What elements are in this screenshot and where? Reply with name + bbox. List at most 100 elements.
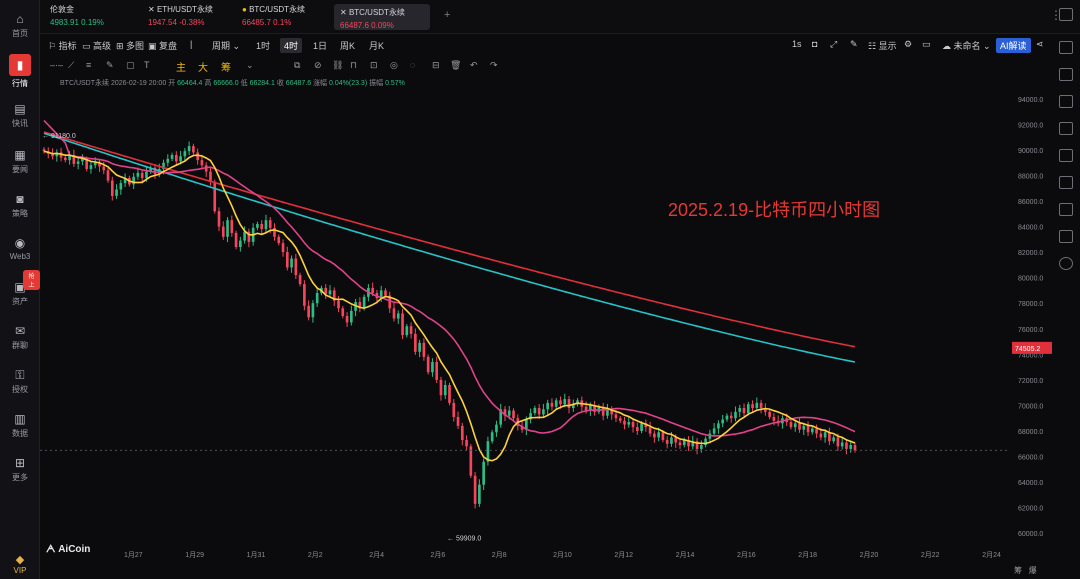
sidebar-item-more[interactable]: ⊞ 更多: [0, 452, 40, 492]
rail-item-icon[interactable]: [1059, 68, 1073, 81]
link-icon[interactable]: ⛓: [332, 60, 343, 71]
camera-icon[interactable]: ◘: [812, 39, 817, 49]
lock-icon[interactable]: ⊡: [370, 60, 378, 71]
rail-item-icon[interactable]: [1059, 122, 1073, 135]
interval-month[interactable]: 月K: [369, 39, 384, 52]
interval-4h[interactable]: 4时: [280, 38, 303, 53]
replay-button[interactable]: ▣ 复盘: [148, 39, 177, 52]
main-indicator-toggle[interactable]: 主: [176, 59, 186, 74]
sidebar-item-authorize[interactable]: ⚿ 授权: [0, 364, 40, 404]
horizontal-line-tool-icon[interactable]: ≡: [86, 60, 91, 70]
text-tool-icon[interactable]: T: [144, 60, 150, 70]
ticker-tab-gold[interactable]: 伦敦金 4983.91 0.19%: [50, 4, 140, 30]
sidebar-item-market[interactable]: ▮ 行情: [0, 54, 40, 94]
rail-item-icon[interactable]: [1059, 176, 1073, 189]
candle-body: [469, 446, 473, 476]
candle-body: [337, 300, 340, 309]
candle-body: [648, 427, 652, 434]
candle-body: [89, 165, 93, 170]
x-tick-label: 2月14: [676, 551, 695, 559]
sidebar-item-web3[interactable]: ◉ Web3: [0, 232, 40, 272]
more-tools-icon[interactable]: ⌄: [246, 60, 254, 71]
ruler-icon[interactable]: ⊘: [314, 60, 322, 71]
rail-item-icon[interactable]: [1059, 95, 1073, 108]
sidebar-item-strategy[interactable]: ◙ 策略: [0, 188, 40, 228]
candle-body: [456, 416, 460, 426]
interval-1h[interactable]: 1时: [256, 39, 270, 52]
chevron-down-icon: ⌄: [983, 41, 991, 51]
interval-week[interactable]: 周K: [340, 39, 355, 52]
candle-body: [277, 236, 281, 244]
visibility-icon[interactable]: ◌: [410, 60, 415, 70]
sidebar-item-assets[interactable]: 抢上 ▣ 资产: [0, 270, 40, 316]
copy-icon[interactable]: ⧉: [294, 60, 300, 71]
close-icon[interactable]: ✕: [148, 5, 157, 14]
template-dropdown[interactable]: ☁ 未命名 ⌄: [942, 39, 991, 52]
rectangle-tool-icon[interactable]: ▢: [126, 60, 135, 71]
period-dropdown[interactable]: 周期 ⌄: [212, 39, 240, 52]
advanced-button[interactable]: ▭ 高级: [82, 39, 111, 52]
chip-toggle[interactable]: 筹: [221, 59, 231, 74]
multi-chart-icon: ⊞: [116, 41, 127, 51]
candlestick-chart[interactable]: 94000.0 92000.0 90000.0 88000.0 86000.0 84000…: [40, 86, 1052, 562]
bottom-controls[interactable]: 筹 爆: [1014, 565, 1037, 576]
share-icon[interactable]: ⋖: [1036, 39, 1044, 50]
magnet-icon[interactable]: ⊓: [350, 60, 357, 71]
sidebar-item-data[interactable]: ▥ 数据: [0, 408, 40, 448]
big-order-toggle[interactable]: 大: [198, 59, 208, 74]
y-tick-label: 82000.0: [1018, 250, 1043, 257]
layout-icon[interactable]: ▭: [922, 39, 931, 50]
candle-body: [307, 305, 310, 318]
ticker-tab-btc[interactable]: ● BTC/USDT永续 66485.7 0.1%: [242, 4, 332, 30]
settings-icon[interactable]: ⚙: [904, 39, 912, 50]
rail-item-icon[interactable]: [1059, 149, 1073, 162]
cloud-icon: ☁: [942, 41, 954, 51]
eye-icon[interactable]: ◎: [390, 60, 398, 71]
rail-item-icon[interactable]: [1059, 41, 1073, 54]
sidebar-item-flash[interactable]: ▤ 快讯: [0, 98, 40, 138]
display-button[interactable]: ☷ 显示: [868, 39, 897, 52]
ticker-value: 1947.54 -0.38%: [148, 18, 205, 27]
rail-item-icon[interactable]: [1059, 203, 1073, 216]
sidebar-item-label: 群聊: [12, 341, 28, 350]
sidebar-item-home[interactable]: ⌂ 首页: [0, 8, 40, 48]
drawing-toolbar: –·– ⟋ ≡ ✎ ▢ T 主 大 筹 ⌄ ⧉ ⊘ ⛓ ⊓ ⊡ ◎ ◌ ⊟ 🗑 …: [40, 58, 1080, 74]
candle-body: [734, 411, 737, 419]
ticker-value: 66487.6 0.09%: [340, 21, 394, 30]
delete-icon[interactable]: 🗑: [450, 60, 461, 71]
candle-body: [482, 461, 485, 485]
undo-icon[interactable]: ↶: [470, 60, 478, 71]
interval-1d[interactable]: 1日: [313, 39, 327, 52]
candle-body: [226, 220, 229, 237]
sidebar-item-chat[interactable]: ✉ 群聊: [0, 320, 40, 360]
pen-tool-icon[interactable]: ✎: [106, 60, 114, 71]
rail-item-icon[interactable]: [1059, 8, 1073, 21]
edit-icon[interactable]: ✎: [850, 39, 858, 50]
close-icon[interactable]: ✕: [340, 8, 349, 17]
refresh-rate[interactable]: 1s: [792, 39, 802, 49]
redo-icon[interactable]: ↷: [490, 60, 498, 71]
stack-icon[interactable]: ⊟: [432, 60, 440, 71]
candle-body: [311, 303, 315, 318]
candle-body: [665, 439, 669, 444]
rail-item-icon[interactable]: [1059, 257, 1073, 270]
candle-body: [490, 432, 494, 442]
vip-label[interactable]: ◆ VIP: [0, 553, 40, 575]
cursor-tool-icon[interactable]: –·–: [50, 60, 63, 70]
multi-chart-button[interactable]: ⊞ 多图: [116, 39, 144, 52]
indicator-button[interactable]: ⚐ 指标: [48, 39, 77, 52]
ticker-tab-eth[interactable]: ✕ ETH/USDT永续 1947.54 -0.38%: [148, 4, 238, 30]
add-tab-icon[interactable]: +: [444, 9, 450, 21]
candle-body: [392, 308, 396, 319]
ai-interpret-button[interactable]: AI解读: [996, 38, 1031, 53]
aicoin-logo: ᗅ AiCoin: [46, 544, 91, 555]
trendline-tool-icon[interactable]: ⟋: [68, 60, 74, 71]
rail-item-icon[interactable]: [1059, 230, 1073, 243]
fullscreen-icon[interactable]: ⤢: [830, 39, 837, 50]
ticker-tab-btc-active[interactable]: ✕ BTC/USDT永续 66487.6 0.09%: [334, 4, 430, 30]
candle-body: [409, 326, 413, 334]
ticker-value: 66485.7 0.1%: [242, 18, 292, 27]
candle-body: [341, 308, 345, 316]
sidebar-item-news[interactable]: ▦ 要闻: [0, 144, 40, 184]
x-tick-label: 2月20: [860, 551, 879, 559]
